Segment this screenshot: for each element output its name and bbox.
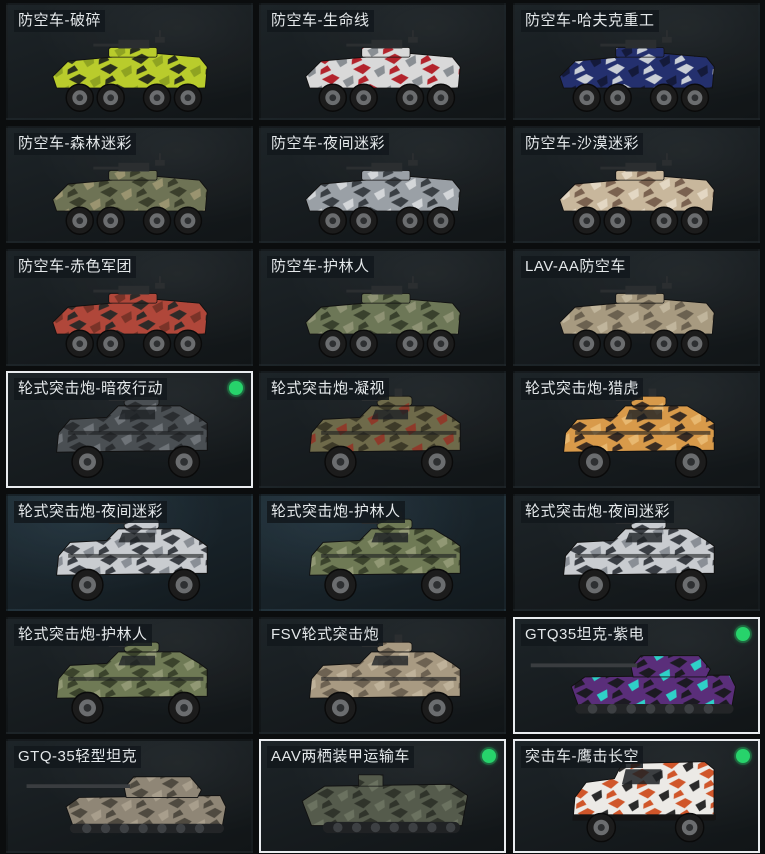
- vehicle-skin-label: 防空车-破碎: [14, 10, 105, 32]
- vehicle-skin-label: 防空车-森林迷彩: [14, 133, 136, 155]
- vehicle-skin-card[interactable]: 轮式突击炮-夜间迷彩: [513, 494, 760, 611]
- vehicle-skin-card[interactable]: FSV轮式突击炮: [259, 617, 506, 734]
- vehicle-skin-card[interactable]: 轮式突击炮-夜间迷彩: [6, 494, 253, 611]
- vehicle-skin-card[interactable]: 轮式突击炮-凝视: [259, 371, 506, 488]
- vehicle-skin-card[interactable]: 突击车-鹰击长空: [513, 739, 760, 853]
- vehicle-skin-card[interactable]: LAV-AA防空车: [513, 249, 760, 366]
- vehicle-skin-label: 轮式突击炮-猎虎: [521, 378, 643, 400]
- vehicle-skin-card[interactable]: 轮式突击炮-暗夜行动: [6, 371, 253, 488]
- vehicle-skin-label: 轮式突击炮-夜间迷彩: [14, 501, 167, 523]
- vehicle-skin-card[interactable]: 轮式突击炮-护林人: [6, 617, 253, 734]
- vehicle-skin-card[interactable]: 防空车-森林迷彩: [6, 126, 253, 243]
- vehicle-skin-label: LAV-AA防空车: [521, 256, 630, 278]
- vehicle-skin-card[interactable]: GTQ-35轻型坦克: [6, 739, 253, 853]
- vehicle-skin-label: 防空车-沙漠迷彩: [521, 133, 643, 155]
- equipped-indicator-icon: [736, 749, 750, 763]
- vehicle-skin-card[interactable]: 防空车-赤色军团: [6, 249, 253, 366]
- vehicle-skin-label: 防空车-赤色军团: [14, 256, 136, 278]
- vehicle-skin-card[interactable]: 防空车-夜间迷彩: [259, 126, 506, 243]
- vehicle-skin-label: 防空车-哈夫克重工: [521, 10, 659, 32]
- vehicle-skin-label: 轮式突击炮-暗夜行动: [14, 378, 167, 400]
- vehicle-skin-card[interactable]: 轮式突击炮-护林人: [259, 494, 506, 611]
- vehicle-skin-label: 轮式突击炮-凝视: [267, 378, 389, 400]
- vehicle-skin-label: 轮式突击炮-夜间迷彩: [521, 501, 674, 523]
- vehicle-skin-card[interactable]: AAV两栖装甲运输车: [259, 739, 506, 853]
- vehicle-skin-card[interactable]: 防空车-生命线: [259, 3, 506, 120]
- vehicle-skin-label: 防空车-生命线: [267, 10, 374, 32]
- vehicle-skin-card[interactable]: 防空车-破碎: [6, 3, 253, 120]
- vehicle-skin-card[interactable]: 轮式突击炮-猎虎: [513, 371, 760, 488]
- vehicle-skin-label: 轮式突击炮-护林人: [14, 624, 152, 646]
- vehicle-skin-label: 防空车-夜间迷彩: [267, 133, 389, 155]
- equipped-indicator-icon: [736, 627, 750, 641]
- vehicle-skin-card[interactable]: 防空车-哈夫克重工: [513, 3, 760, 120]
- vehicle-skin-card[interactable]: GTQ35坦克-紫电: [513, 617, 760, 734]
- vehicle-skin-label: GTQ35坦克-紫电: [521, 624, 649, 646]
- vehicle-skin-label: GTQ-35轻型坦克: [14, 746, 142, 768]
- equipped-indicator-icon: [229, 381, 243, 395]
- vehicle-skin-label: 防空车-护林人: [267, 256, 374, 278]
- vehicle-skin-label: 突击车-鹰击长空: [521, 746, 643, 768]
- vehicle-skin-label: FSV轮式突击炮: [267, 624, 384, 646]
- vehicle-skin-grid: 防空车-破碎 防空车-生命线 防空车-哈夫克重工 防空车-森林迷彩 防空车-夜间…: [0, 0, 765, 854]
- vehicle-skin-label: AAV两栖装甲运输车: [267, 746, 414, 768]
- vehicle-skin-card[interactable]: 防空车-护林人: [259, 249, 506, 366]
- equipped-indicator-icon: [482, 749, 496, 763]
- vehicle-skin-card[interactable]: 防空车-沙漠迷彩: [513, 126, 760, 243]
- vehicle-skin-label: 轮式突击炮-护林人: [267, 501, 405, 523]
